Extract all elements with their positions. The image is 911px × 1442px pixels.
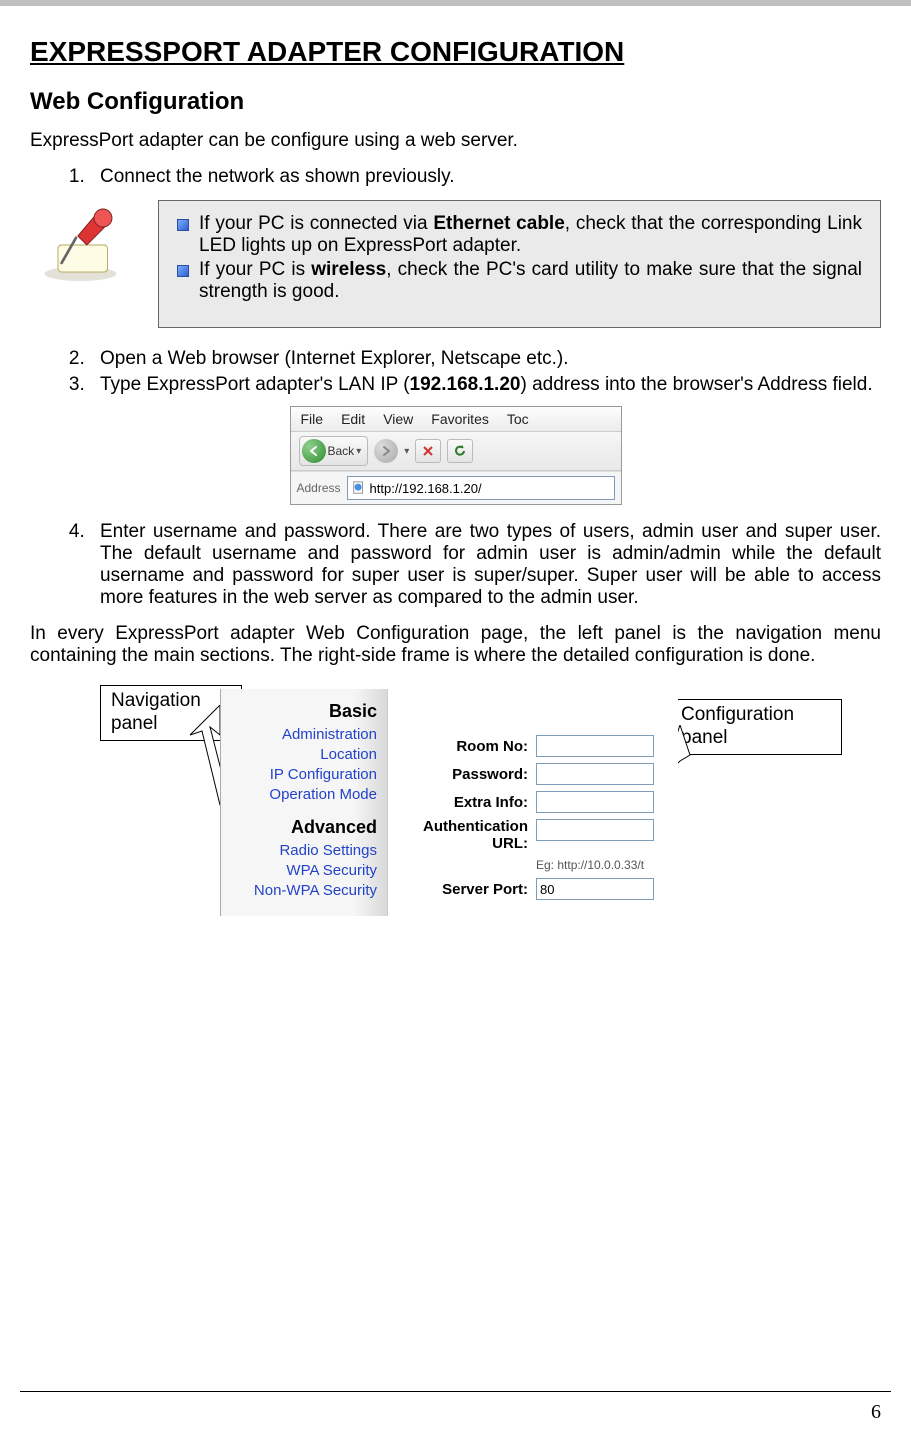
back-label: Back (328, 444, 355, 458)
step-4: Enter username and password. There are t… (90, 521, 881, 609)
config-ui-screenshot: Basic Administration Location IP Configu… (220, 689, 678, 916)
input-extra-info[interactable] (536, 791, 654, 813)
menu-edit[interactable]: Edit (341, 411, 365, 427)
nav-advanced-header: Advanced (227, 817, 377, 838)
bullet-icon (177, 265, 189, 277)
input-server-port[interactable] (536, 878, 654, 900)
step3-c: ) address into the browser's Address fie… (520, 374, 872, 395)
hint-auth-url: Eg: http://10.0.0.33/t (536, 858, 668, 872)
configuration-panel: Room No: Password: Extra Info: Authentic… (387, 689, 678, 916)
address-url: http://192.168.1.20/ (370, 481, 482, 496)
label-password: Password: (408, 766, 528, 783)
label-room-no: Room No: (408, 738, 528, 755)
chevron-down-icon[interactable]: ▾ (404, 446, 409, 457)
menu-file[interactable]: File (301, 411, 324, 427)
label-auth-url: Authentication URL: (408, 819, 528, 852)
stop-button[interactable] (415, 439, 441, 463)
browser-menubar: File Edit View Favorites Toc (291, 407, 621, 432)
page-number: 6 (871, 1401, 881, 1424)
chevron-down-icon[interactable]: ▾ (356, 446, 361, 457)
menu-tools-cut[interactable]: Toc (507, 411, 529, 427)
note1-part1: If your PC is connected via (199, 213, 433, 234)
nav-basic-header: Basic (227, 701, 377, 722)
section-title: Web Configuration (30, 88, 881, 116)
label-extra-info: Extra Info: (408, 794, 528, 811)
forward-button[interactable] (374, 439, 398, 463)
refresh-button[interactable] (447, 439, 473, 463)
navigation-panel: Basic Administration Location IP Configu… (221, 689, 387, 916)
note-box: If your PC is connected via Ethernet cab… (158, 200, 881, 328)
input-auth-url[interactable] (536, 819, 654, 841)
step-2: Open a Web browser (Internet Explorer, N… (90, 348, 881, 370)
back-arrow-icon (302, 439, 326, 463)
nav-wpa-security[interactable]: WPA Security (227, 862, 377, 879)
bullet-icon (177, 219, 189, 231)
note2-part1: If your PC is (199, 259, 311, 280)
menu-favorites[interactable]: Favorites (431, 411, 489, 427)
menu-view[interactable]: View (383, 411, 413, 427)
note1-bold: Ethernet cable (433, 213, 564, 234)
input-password[interactable] (536, 763, 654, 785)
nav-ip-configuration[interactable]: IP Configuration (227, 766, 377, 783)
address-label: Address (297, 481, 341, 495)
step-3: Type ExpressPort adapter's LAN IP (192.1… (90, 374, 881, 396)
nav-nonwpa-security[interactable]: Non-WPA Security (227, 882, 377, 899)
step3-a: Type ExpressPort adapter's LAN IP ( (100, 374, 410, 395)
step-1: Connect the network as shown previously. (90, 166, 881, 188)
intro-text: ExpressPort adapter can be configure usi… (30, 130, 881, 152)
back-button[interactable]: Back ▾ (299, 436, 369, 466)
page-icon (352, 481, 366, 495)
address-input[interactable]: http://192.168.1.20/ (347, 476, 615, 500)
nav-operation-mode[interactable]: Operation Mode (227, 786, 377, 803)
page-title: EXPRESSPORT ADAPTER CONFIGURATION (30, 36, 881, 68)
callout-config-panel: Configuration panel (670, 699, 842, 755)
step3-ip: 192.168.1.20 (410, 374, 521, 395)
footer-divider (20, 1391, 891, 1392)
layout-description: In every ExpressPort adapter Web Configu… (30, 623, 881, 667)
pushpin-icon (30, 200, 140, 295)
nav-administration[interactable]: Administration (227, 726, 377, 743)
nav-radio-settings[interactable]: Radio Settings (227, 842, 377, 859)
input-room-no[interactable] (536, 735, 654, 757)
label-server-port: Server Port: (408, 881, 528, 898)
nav-location[interactable]: Location (227, 746, 377, 763)
browser-screenshot: File Edit View Favorites Toc Back ▾ ▾ (290, 406, 622, 505)
note2-bold: wireless (311, 259, 386, 280)
